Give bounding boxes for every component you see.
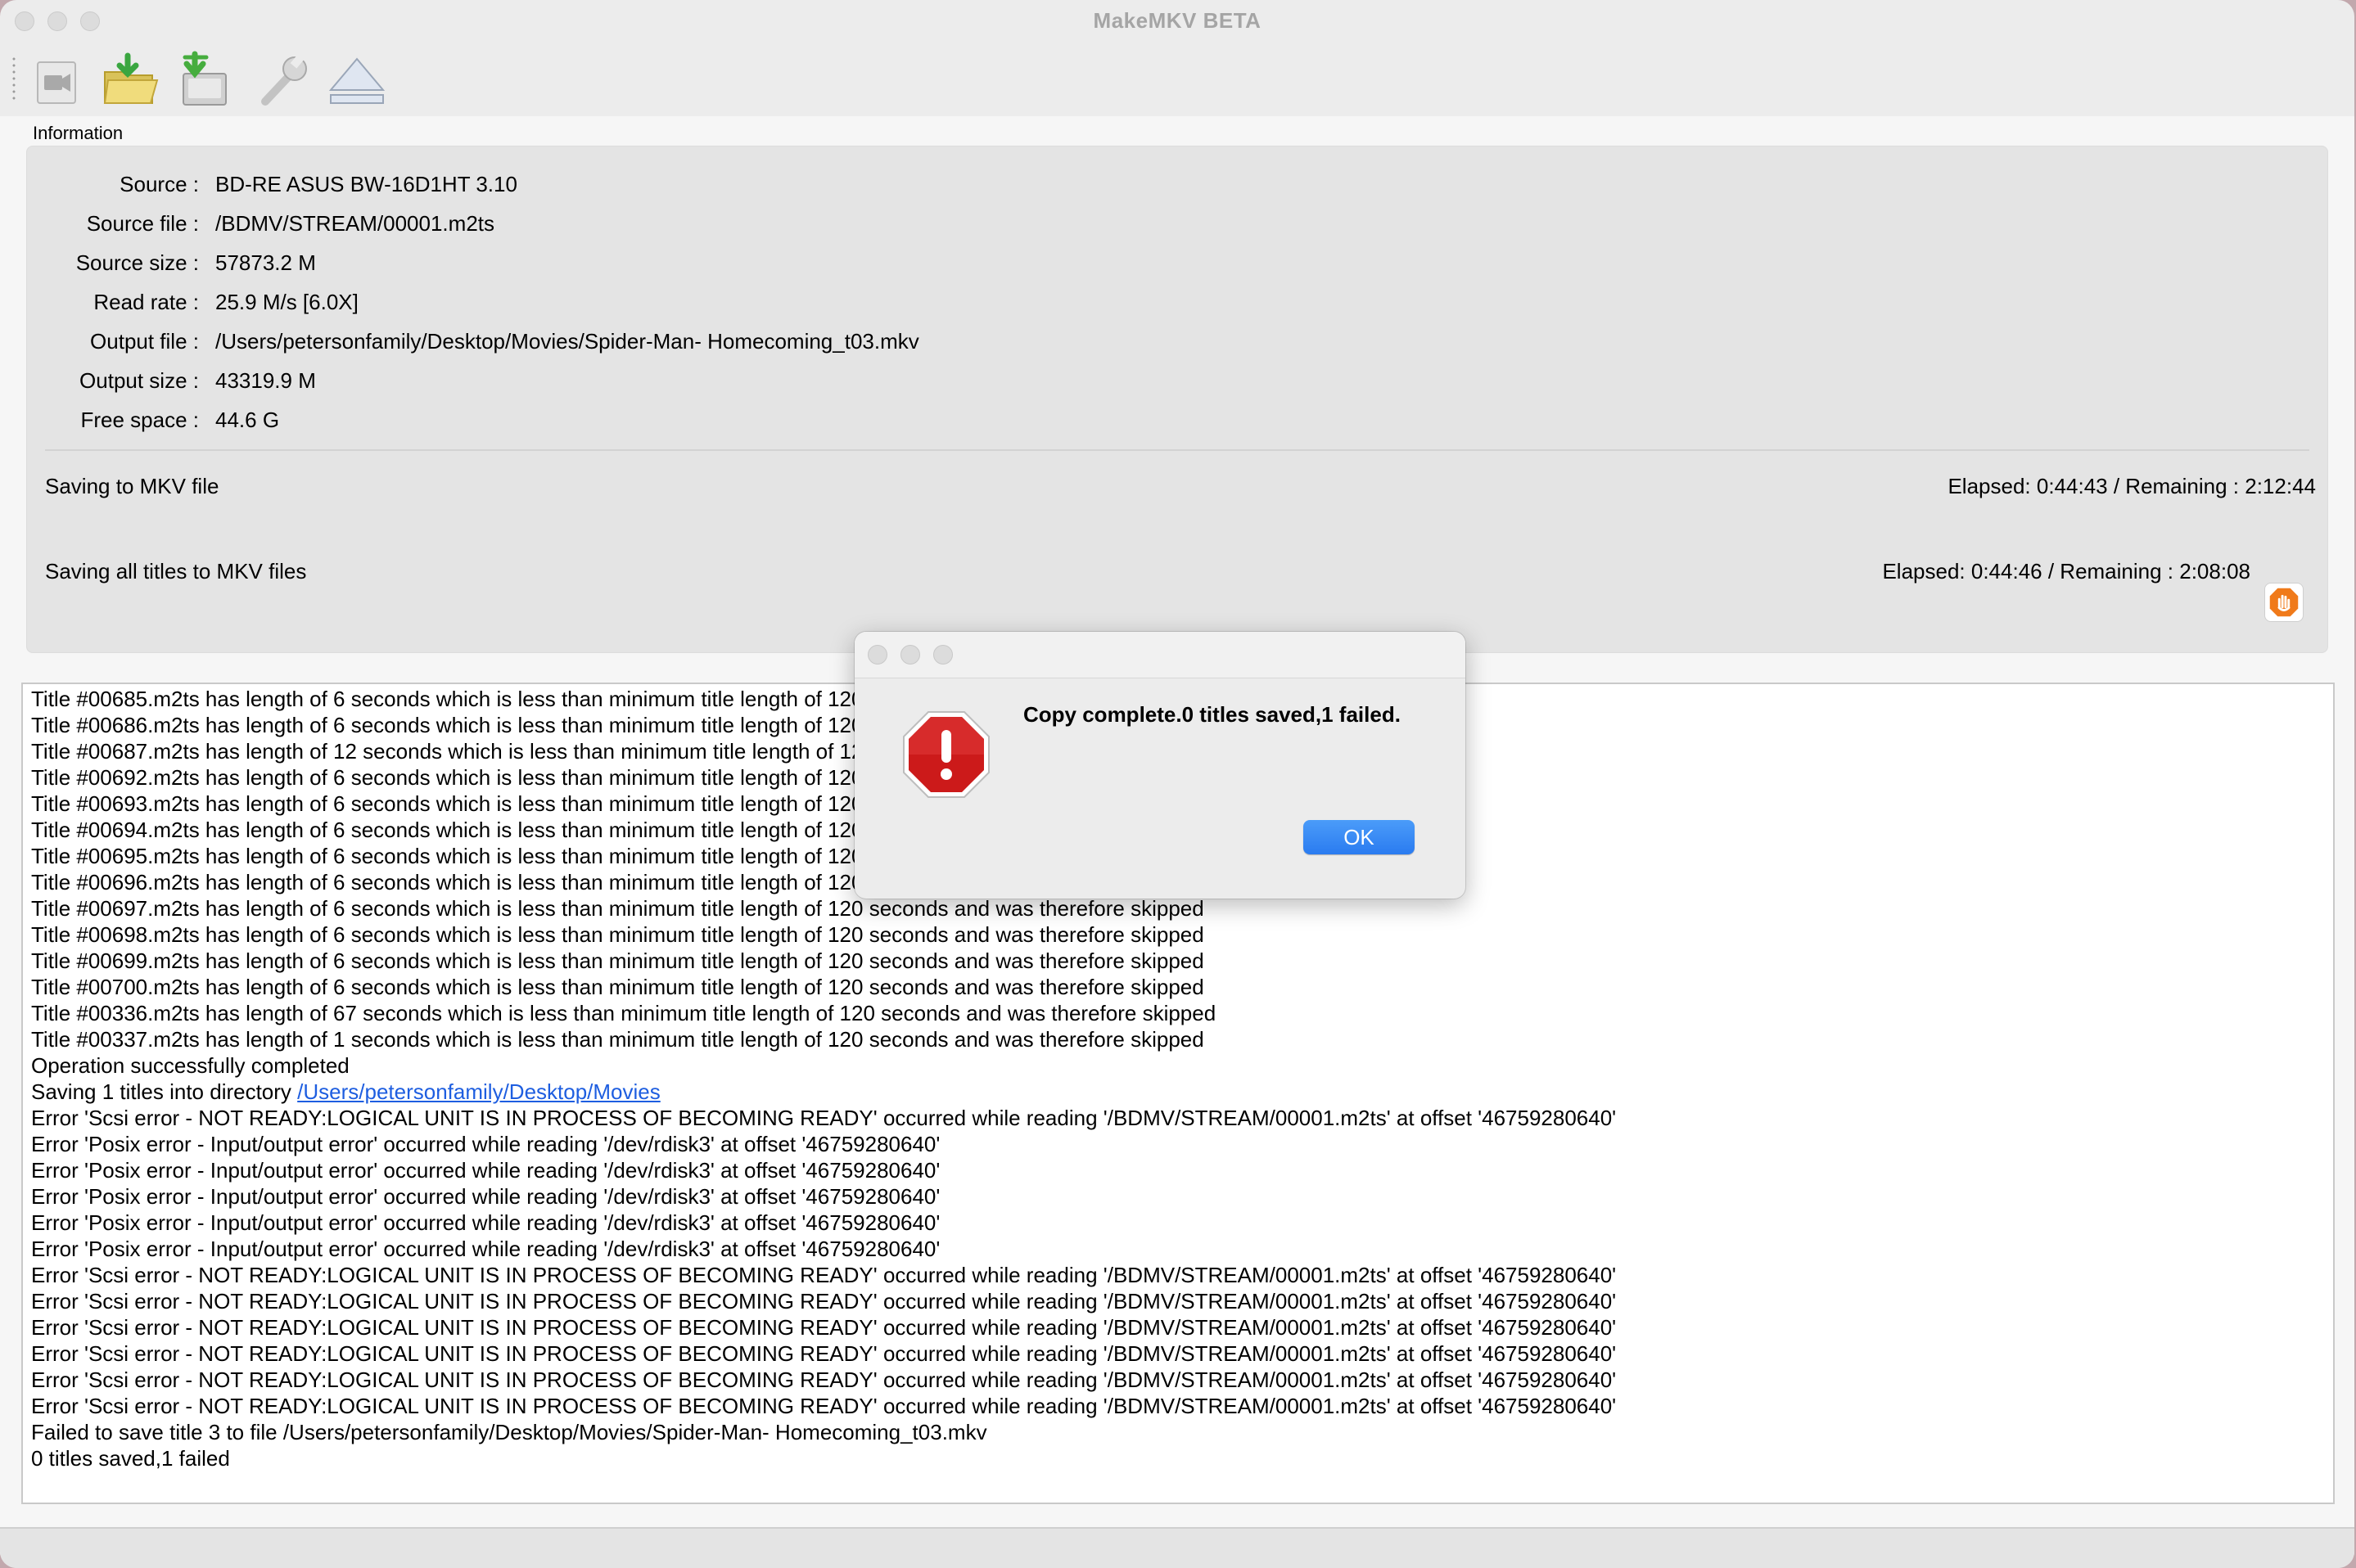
info-label: Output size :	[79, 368, 199, 393]
info-label: Read rate :	[93, 290, 199, 314]
copy-complete-dialog: Copy complete.0 titles saved,1 failed. O…	[855, 632, 1465, 899]
info-label: Free space :	[80, 408, 199, 432]
dialog-message: Copy complete.0 titles saved,1 failed.	[1023, 702, 1401, 727]
main-window: MakeMKV BETA Information Source: BD-RE …	[0, 0, 2354, 1568]
info-row-output-file: Output file : /Users/petersonfamily/Desk…	[27, 325, 919, 358]
status-bar	[0, 1527, 2354, 1568]
log-line-text: Saving 1 titles into directory	[31, 1079, 298, 1104]
ok-button[interactable]: OK	[1303, 820, 1415, 854]
log-line: Error 'Scsi error - NOT READY:LOGICAL UN…	[31, 1289, 1617, 1313]
dialog-close-button[interactable]	[868, 645, 887, 665]
log-line: Operation successfully completed	[31, 1053, 350, 1078]
dialog-minimize-button[interactable]	[900, 645, 920, 665]
log-line: Title #00700.m2ts has length of 6 second…	[31, 975, 1204, 999]
info-value: 57873.2 M	[215, 250, 316, 275]
info-value: /Users/petersonfamily/Desktop/Movies/Spi…	[215, 329, 919, 354]
log-line: Error 'Posix error - Input/output error'…	[31, 1210, 941, 1235]
dialog-title-bar	[855, 632, 1465, 678]
info-row-free-space: Free space : 44.6 G	[27, 403, 354, 436]
title-bar: MakeMKV BETA	[0, 0, 2354, 43]
log-line: Error 'Posix error - Input/output error'…	[31, 1132, 941, 1156]
directory-link[interactable]: /Users/petersonfamily/Desktop/Movies	[297, 1079, 661, 1104]
information-panel: Source : BD-RE ASUS BW-16D1HT 3.10 Sourc…	[26, 146, 2328, 653]
status-current-time: Elapsed: 0:44:43 / Remaining : 2:12:44	[1948, 474, 2316, 498]
info-label: Source file :	[86, 211, 199, 236]
info-row-source: Source : BD-RE ASUS BW-16D1HT 3.10	[27, 168, 517, 201]
log-line: Title #00698.m2ts has length of 6 second…	[31, 922, 1204, 947]
log-line: Error 'Posix error - Input/output error'…	[31, 1158, 941, 1183]
log-line: Error 'Posix error - Input/output error'…	[31, 1184, 941, 1209]
log-line: Title #00699.m2ts has length of 6 second…	[31, 948, 1204, 973]
log-line: Error 'Scsi error - NOT READY:LOGICAL UN…	[31, 1315, 1617, 1340]
log-line: 0 titles saved,1 failed	[31, 1446, 230, 1471]
status-total-label: Saving all titles to MKV files	[45, 559, 307, 583]
info-value: BD-RE ASUS BW-16D1HT 3.10	[215, 172, 517, 196]
info-value: /BDMV/STREAM/00001.m2ts	[215, 211, 494, 236]
info-row-output-size: Output size : 43319.9 M	[27, 364, 354, 397]
preferences-wrench-icon[interactable]	[250, 51, 313, 108]
info-label: Source :	[120, 172, 199, 196]
dialog-zoom-button[interactable]	[933, 645, 953, 665]
backup-icon[interactable]	[174, 51, 236, 108]
stop-hand-icon	[2269, 588, 2299, 617]
log-line: Title #00337.m2ts has length of 1 second…	[31, 1027, 1204, 1052]
log-line: Error 'Scsi error - NOT READY:LOGICAL UN…	[31, 1394, 1617, 1418]
stop-button[interactable]	[2264, 583, 2304, 622]
info-row-read-rate: Read rate : 25.9 M/s [6.0X]	[27, 286, 359, 318]
eject-icon[interactable]	[326, 51, 388, 108]
log-line-saving-directory: Saving 1 titles into directory /Users/pe…	[31, 1079, 661, 1105]
log-line: Error 'Posix error - Input/output error'…	[31, 1237, 941, 1261]
information-section-label: Information	[33, 123, 124, 143]
window-title: MakeMKV BETA	[1093, 8, 1261, 33]
info-row-source-size: Source size : 57873.2 M	[27, 246, 354, 279]
open-disc-icon[interactable]	[26, 51, 88, 108]
toolbar-grip[interactable]	[11, 56, 16, 100]
open-files-icon[interactable]	[100, 51, 162, 108]
error-stop-icon	[899, 707, 994, 802]
status-total-time: Elapsed: 0:44:46 / Remaining : 2:08:08	[1882, 559, 2250, 583]
info-label: Source size :	[75, 250, 199, 275]
status-current-label: Saving to MKV file	[45, 474, 219, 498]
info-value: 25.9 M/s [6.0X]	[215, 290, 359, 314]
info-divider	[45, 449, 2309, 451]
log-line: Error 'Scsi error - NOT READY:LOGICAL UN…	[31, 1106, 1617, 1130]
info-row-source-file: Source file : /BDMV/STREAM/00001.m2ts	[27, 207, 494, 240]
info-label: Output file :	[90, 329, 199, 354]
info-value: 44.6 G	[215, 408, 280, 432]
info-value: 43319.9 M	[215, 368, 316, 393]
log-line: Title #00697.m2ts has length of 6 second…	[31, 896, 1204, 921]
log-line: Error 'Scsi error - NOT READY:LOGICAL UN…	[31, 1341, 1617, 1366]
log-line: Failed to save title 3 to file /Users/pe…	[31, 1420, 987, 1444]
log-line: Error 'Scsi error - NOT READY:LOGICAL UN…	[31, 1367, 1617, 1392]
log-line: Title #00336.m2ts has length of 67 secon…	[31, 1001, 1216, 1025]
log-line: Error 'Scsi error - NOT READY:LOGICAL UN…	[31, 1263, 1617, 1287]
